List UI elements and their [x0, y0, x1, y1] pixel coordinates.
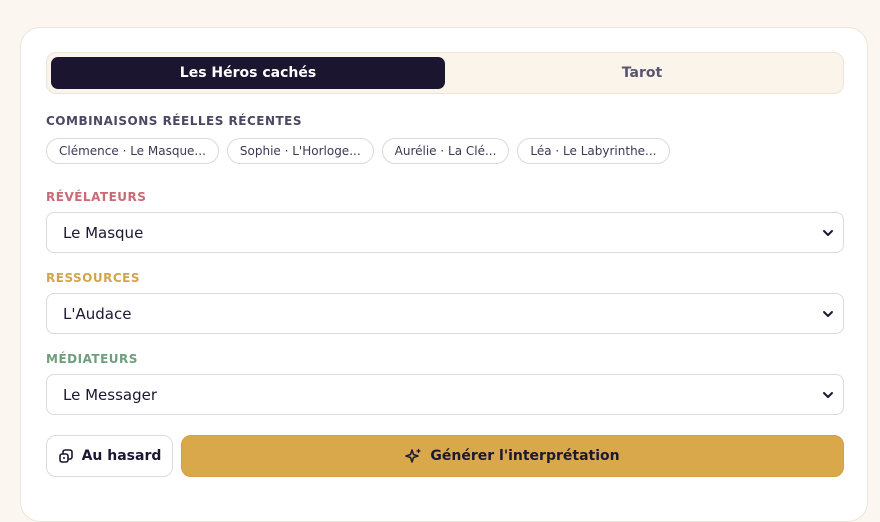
mediateurs-value: Le Messager	[63, 385, 157, 404]
ressources-label: RESSOURCES	[46, 271, 141, 285]
sparkles-icon	[405, 448, 422, 463]
mediateurs-label: MÉDIATEURS	[46, 352, 138, 366]
random-button-label: Au hasard	[81, 448, 162, 464]
chevron-down-icon	[823, 391, 833, 398]
recent-chip[interactable]: Léa · Le Labyrinthe...	[517, 138, 670, 164]
tab-bar: Les Héros cachés Tarot	[46, 52, 844, 94]
revelateurs-select[interactable]: Le Masque	[46, 212, 844, 253]
recent-combinations-label: COMBINAISONS RÉELLES RÉCENTES	[46, 114, 303, 128]
chevron-down-icon	[823, 310, 833, 317]
generate-interpretation-button[interactable]: Générer l'interprétation	[181, 435, 844, 477]
recent-chip[interactable]: Aurélie · La Clé...	[381, 138, 510, 164]
main-card: Les Héros cachés Tarot COMBINAISONS RÉEL…	[20, 27, 868, 522]
mediateurs-select[interactable]: Le Messager	[46, 374, 844, 415]
recent-combinations-list: Clémence · Le Masque... Sophie · L'Horlo…	[46, 138, 670, 164]
dice-icon	[58, 449, 73, 463]
generate-button-label: Générer l'interprétation	[430, 448, 620, 464]
ressources-select[interactable]: L'Audace	[46, 293, 844, 334]
chevron-down-icon	[823, 229, 833, 236]
random-button[interactable]: Au hasard	[46, 435, 173, 477]
tab-heros-caches[interactable]: Les Héros cachés	[51, 57, 445, 89]
recent-chip[interactable]: Clémence · Le Masque...	[46, 138, 219, 164]
recent-chip[interactable]: Sophie · L'Horloge...	[226, 138, 374, 164]
tab-tarot[interactable]: Tarot	[445, 57, 839, 89]
ressources-value: L'Audace	[63, 304, 132, 323]
revelateurs-label: RÉVÉLATEURS	[46, 190, 147, 204]
revelateurs-value: Le Masque	[63, 223, 144, 242]
